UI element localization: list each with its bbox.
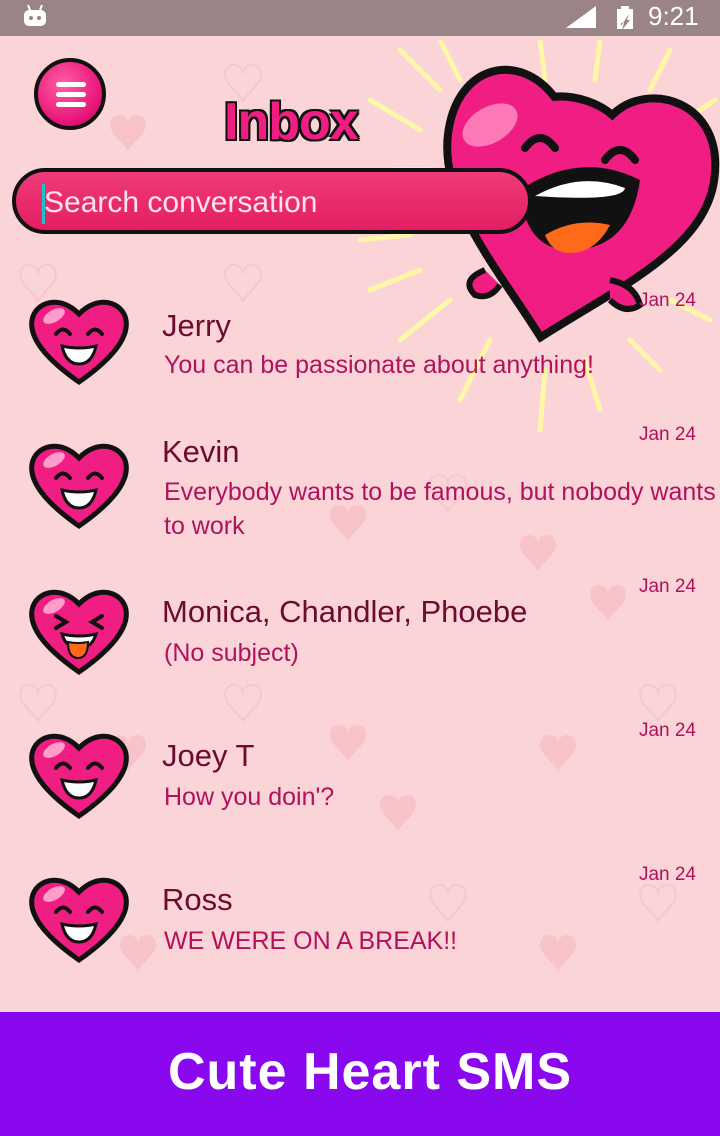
menu-button[interactable] [34, 58, 106, 130]
conversation-row[interactable]: Kevin Everybody wants to be famous, but … [0, 420, 720, 560]
contact-name: Kevin [162, 434, 240, 469]
message-snippet: (No subject) [164, 639, 299, 667]
conversation-row[interactable]: Jerry You can be passionate about anythi… [0, 280, 720, 420]
contact-name: Monica, Chandler, Phoebe [162, 594, 528, 629]
app-brand-name: Cute Heart SMS [167, 1043, 573, 1101]
smiling-heart-avatar-icon [29, 733, 129, 820]
message-snippet: You can be passionate about anything! [164, 351, 594, 379]
message-date: Jan 24 [638, 720, 696, 741]
message-date: Jan 24 [638, 424, 696, 445]
smiling-heart-avatar-icon [29, 443, 129, 530]
message-date: Jan 24 [638, 576, 696, 597]
contact-name: Jerry [162, 308, 231, 343]
contact-name: Ross [162, 882, 233, 917]
message-snippet: WE WERE ON A BREAK!! [164, 927, 458, 955]
signal-icon [566, 6, 596, 28]
app-brand-banner: Cute Heart SMS [0, 1012, 720, 1136]
hamburger-menu-icon [56, 82, 86, 87]
smiling-heart-avatar-icon [29, 877, 129, 964]
battery-icon [617, 6, 633, 30]
clock-time: 9:21 [648, 1, 699, 31]
conversation-row[interactable]: Joey T How you doin'? Jan 24 [0, 716, 720, 856]
smiling-heart-avatar-icon [29, 299, 129, 386]
message-date: Jan 24 [638, 290, 696, 311]
message-snippet: Everybody wants to be famous, but nobody… [164, 478, 716, 540]
page-title: Inbox [224, 93, 359, 151]
conversation-row[interactable]: Ross WE WERE ON A BREAK!! Jan 24 [0, 860, 720, 1000]
message-date: Jan 24 [638, 864, 696, 885]
search-bar[interactable] [12, 168, 532, 234]
tongue-out-heart-avatar-icon [29, 589, 129, 676]
android-notification-icon [24, 4, 46, 26]
contact-name: Joey T [162, 738, 255, 773]
status-bar: 9:21 [0, 0, 720, 36]
conversation-row[interactable]: Monica, Chandler, Phoebe (No subject) Ja… [0, 572, 720, 712]
search-input[interactable] [42, 180, 486, 226]
message-snippet: How you doin'? [164, 783, 335, 811]
